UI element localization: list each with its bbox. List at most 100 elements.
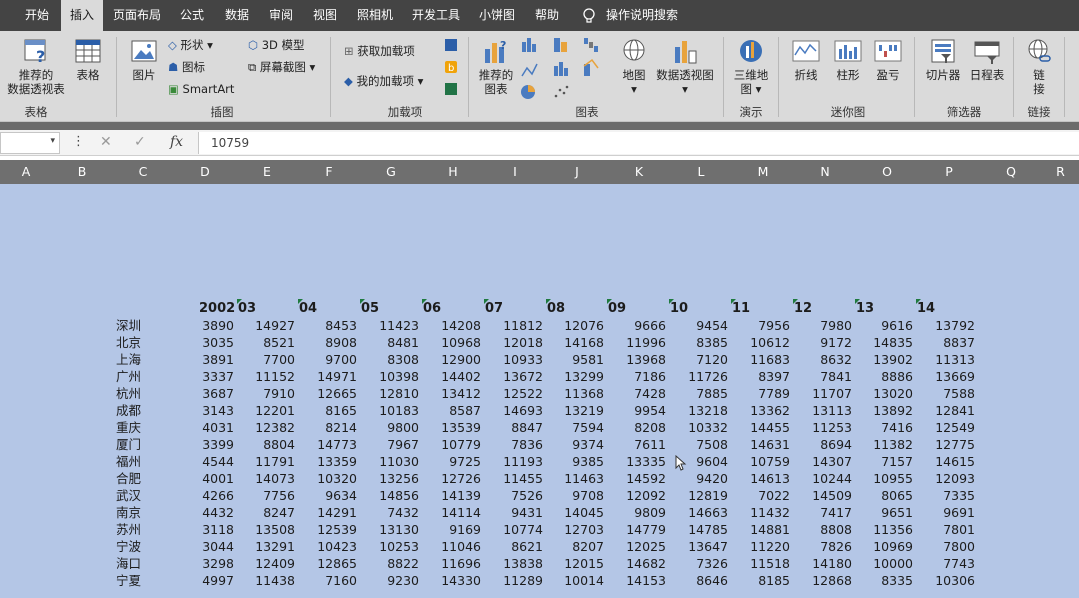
column-header[interactable]: C [112,160,174,184]
value-cell[interactable]: 11432 [750,504,790,521]
city-label-cell[interactable]: 宁波 [116,538,141,555]
value-cell[interactable]: 7841 [820,368,852,385]
value-cell[interactable]: 13362 [750,402,790,419]
value-cell[interactable]: 14971 [317,368,357,385]
3d-map-button[interactable]: 三维地 图 ▾ [730,37,772,96]
confirm-icon[interactable]: ✓ [134,134,146,150]
value-cell[interactable]: 13291 [255,538,295,555]
value-cell[interactable]: 4432 [202,504,234,521]
tab-insert[interactable]: 插入 [61,0,103,31]
city-label-cell[interactable]: 上海 [116,351,141,368]
value-cell[interactable]: 7428 [634,385,666,402]
value-cell[interactable]: 12865 [317,555,357,572]
pivot-chart-button[interactable]: 数据透视图 ▾ [654,37,716,96]
year-header-cell[interactable]: 09 [608,300,626,317]
value-cell[interactable]: 12409 [255,555,295,572]
column-header[interactable]: L [670,160,732,184]
worksheet-grid[interactable]: 2002 03 04 05 06 07 08 09 10 11 12 13 14 深圳 3890 14927 8… [0,184,1079,598]
value-cell[interactable]: 3890 [202,317,234,334]
value-cell[interactable]: 8214 [325,419,357,436]
value-cell[interactable]: 7588 [943,385,975,402]
table-button[interactable]: 表格 [70,37,106,82]
value-cell[interactable]: 9172 [820,334,852,351]
value-cell[interactable]: 8694 [820,436,852,453]
column-header[interactable]: D [174,160,236,184]
name-box[interactable]: ▾ [0,132,60,154]
value-cell[interactable]: 3035 [202,334,234,351]
value-cell[interactable]: 9604 [696,453,728,470]
value-cell[interactable]: 12703 [564,521,604,538]
column-header[interactable]: O [856,160,918,184]
value-cell[interactable]: 14927 [255,317,295,334]
value-cell[interactable]: 12841 [935,402,975,419]
value-cell[interactable]: 8308 [387,351,419,368]
value-cell[interactable]: 14615 [935,453,975,470]
value-cell[interactable]: 11368 [564,385,604,402]
city-label-cell[interactable]: 武汉 [116,487,141,504]
year-header-cell[interactable]: 06 [423,300,441,317]
city-label-cell[interactable]: 广州 [116,368,141,385]
value-cell[interactable]: 7526 [511,487,543,504]
column-header[interactable]: K [608,160,670,184]
3d-model-button[interactable]: ⬡ 3D 模型 [248,37,305,53]
value-cell[interactable]: 14779 [626,521,666,538]
value-cell[interactable]: 8385 [696,334,728,351]
value-cell[interactable]: 8397 [758,368,790,385]
year-header-cell[interactable]: 10 [670,300,688,317]
value-cell[interactable]: 7910 [263,385,295,402]
value-cell[interactable]: 10423 [317,538,357,555]
value-cell[interactable]: 3298 [202,555,234,572]
chevron-down-icon[interactable]: ▾ [50,136,55,146]
chart-type-gallery[interactable] [520,36,612,100]
sparkline-column-button[interactable]: 柱形 [830,37,866,82]
value-cell[interactable]: 7789 [758,385,790,402]
value-cell[interactable]: 13335 [626,453,666,470]
value-cell[interactable]: 10933 [503,351,543,368]
value-cell[interactable]: 9954 [634,402,666,419]
value-cell[interactable]: 9420 [696,470,728,487]
value-cell[interactable]: 11046 [441,538,481,555]
city-label-cell[interactable]: 福州 [116,453,141,470]
value-cell[interactable]: 7885 [696,385,728,402]
value-cell[interactable]: 12868 [812,572,852,589]
column-header[interactable]: B [52,160,112,184]
value-cell[interactable]: 11707 [812,385,852,402]
value-cell[interactable]: 10612 [750,334,790,351]
value-cell[interactable]: 12025 [626,538,666,555]
value-cell[interactable]: 3687 [202,385,234,402]
value-cell[interactable]: 7326 [696,555,728,572]
value-cell[interactable]: 13412 [441,385,481,402]
recommended-charts-button[interactable]: ? 推荐的 图表 [476,37,516,96]
value-cell[interactable]: 14509 [812,487,852,504]
value-cell[interactable]: 10779 [441,436,481,453]
value-cell[interactable]: 8335 [881,572,913,589]
column-header[interactable]: M [732,160,794,184]
value-cell[interactable]: 14785 [688,521,728,538]
value-cell[interactable]: 11289 [503,572,543,589]
link-button[interactable]: 链 接 [1022,37,1056,96]
tab-camera[interactable]: 照相机 [350,0,400,31]
value-cell[interactable]: 10968 [441,334,481,351]
value-cell[interactable]: 12819 [688,487,728,504]
value-cell[interactable]: 7186 [634,368,666,385]
column-header[interactable]: H [422,160,484,184]
recommended-pivot-button[interactable]: ? 推荐的 数据透视表 [5,37,67,96]
value-cell[interactable]: 13299 [564,368,604,385]
timeline-button[interactable]: 日程表 [966,37,1008,82]
value-cell[interactable]: 9800 [387,419,419,436]
value-cell[interactable]: 11423 [379,317,419,334]
value-cell[interactable]: 4997 [202,572,234,589]
value-cell[interactable]: 9725 [449,453,481,470]
value-cell[interactable]: 7594 [572,419,604,436]
value-cell[interactable]: 9374 [572,436,604,453]
value-cell[interactable]: 7611 [634,436,666,453]
value-cell[interactable]: 10332 [688,419,728,436]
value-cell[interactable]: 12015 [564,555,604,572]
value-cell[interactable]: 13256 [379,470,419,487]
value-cell[interactable]: 7836 [511,436,543,453]
value-cell[interactable]: 8587 [449,402,481,419]
value-cell[interactable]: 8646 [696,572,728,589]
value-cell[interactable]: 14307 [812,453,852,470]
value-cell[interactable]: 9700 [325,351,357,368]
slicer-button[interactable]: 切片器 [922,37,964,82]
